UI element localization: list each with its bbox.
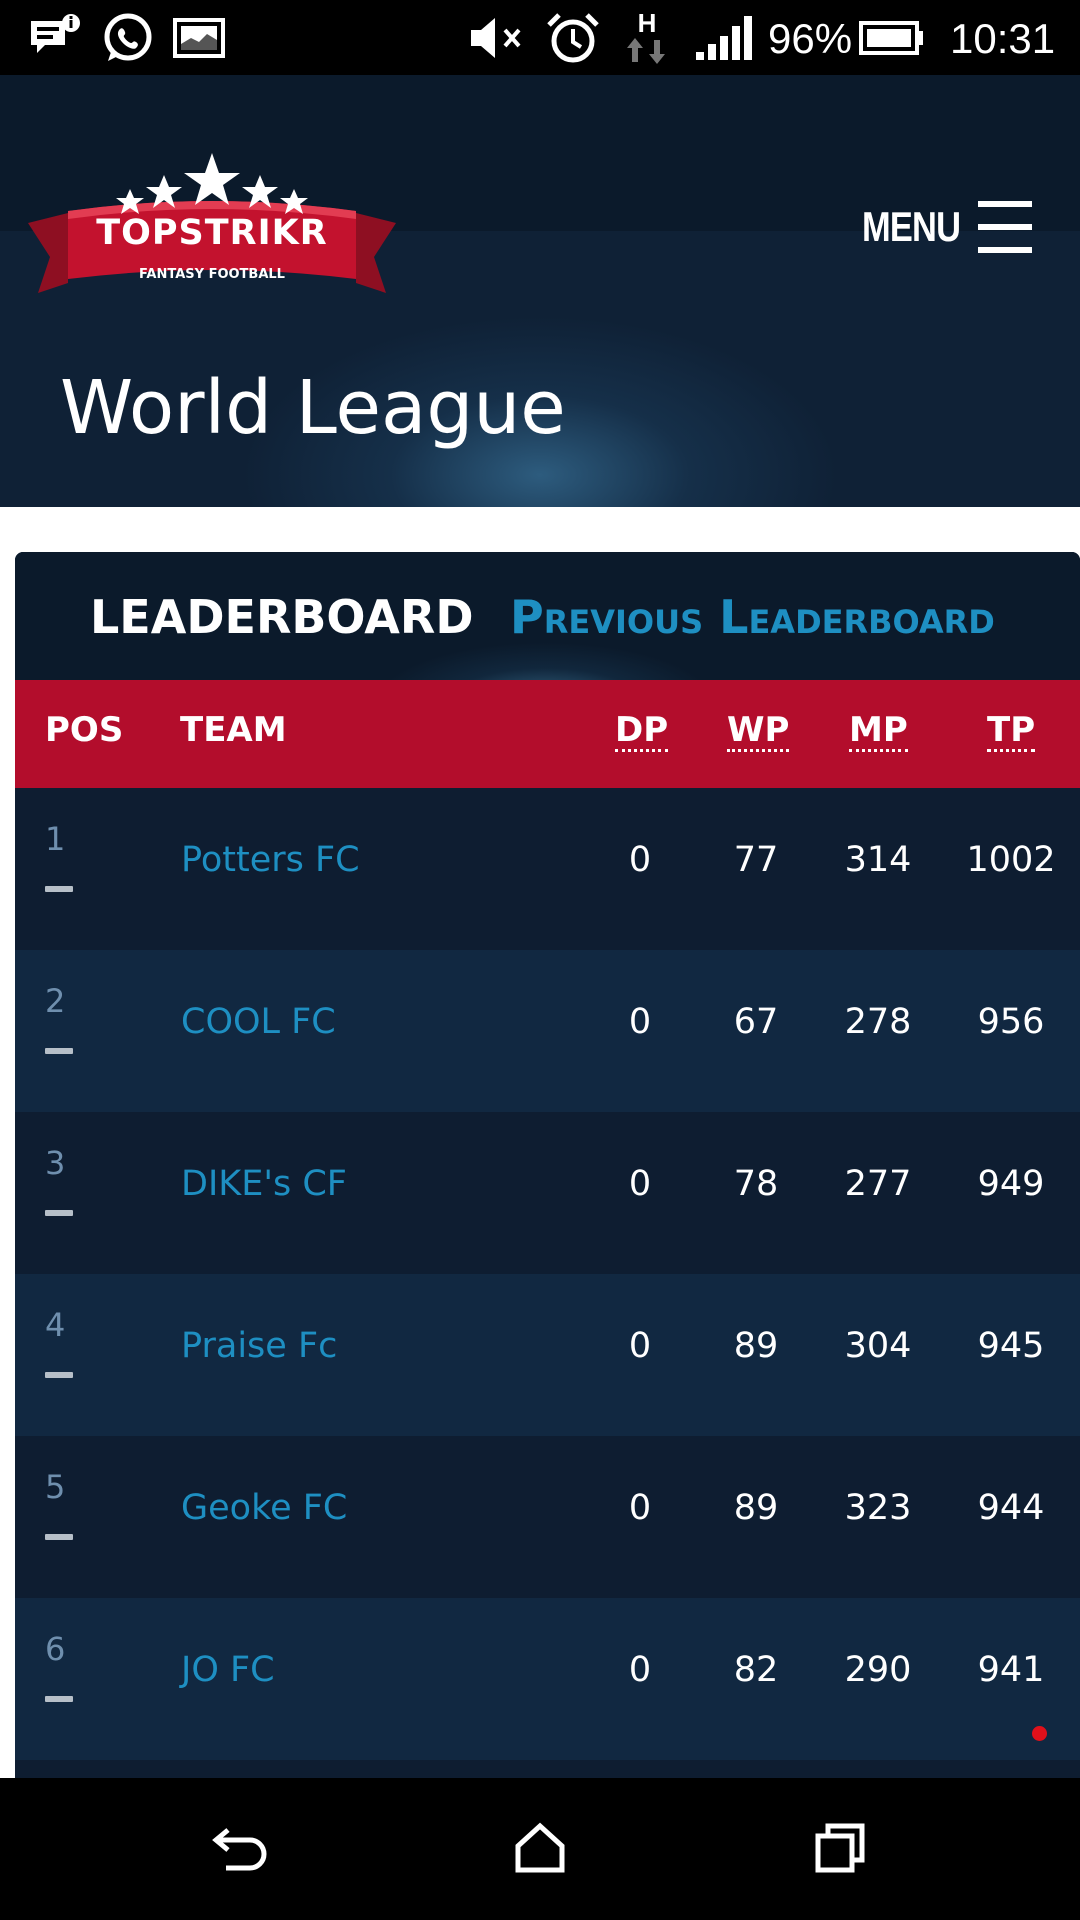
tp-value: 941 bbox=[977, 1650, 1045, 1690]
position-change-icon bbox=[45, 1372, 73, 1378]
network-data-icon: H bbox=[622, 0, 672, 75]
table-row[interactable]: 5 Geoke FC 0 89 323 944 bbox=[15, 1436, 1080, 1598]
tp-value: 945 bbox=[977, 1326, 1045, 1366]
row-position: 1 bbox=[45, 820, 66, 858]
status-bar: H 96% 10:31 bbox=[0, 0, 1080, 75]
position-change-icon bbox=[45, 1534, 73, 1540]
logo-tagline: FANTASY FOOTBALL bbox=[139, 267, 285, 282]
column-header-team: TEAM bbox=[180, 710, 287, 750]
dp-value: 0 bbox=[628, 1488, 652, 1528]
dp-value: 0 bbox=[628, 1326, 652, 1366]
back-icon[interactable] bbox=[180, 1798, 300, 1898]
alarm-icon bbox=[542, 0, 604, 75]
tab-previous-leaderboard[interactable]: Previous Leaderboard bbox=[510, 582, 995, 652]
mp-value: 277 bbox=[844, 1164, 912, 1204]
signal-icon bbox=[692, 0, 754, 75]
dp-value: 0 bbox=[628, 1002, 652, 1042]
column-header-wp[interactable]: WP bbox=[727, 680, 790, 788]
wp-value: 67 bbox=[733, 1002, 779, 1042]
table-row[interactable]: 3 DIKE's CF 0 78 277 949 bbox=[15, 1112, 1080, 1274]
table-row[interactable]: 4 Praise Fc 0 89 304 945 bbox=[15, 1274, 1080, 1436]
tp-value: 944 bbox=[977, 1488, 1045, 1528]
wp-value: 89 bbox=[733, 1488, 779, 1528]
mute-icon bbox=[466, 0, 528, 75]
team-link[interactable]: Praise Fc bbox=[181, 1326, 337, 1366]
column-header-mp[interactable]: MP bbox=[849, 680, 908, 788]
tp-value: 1002 bbox=[966, 840, 1056, 880]
topstrikr-logo[interactable]: TOPSTRIKR FANTASY FOOTBALL bbox=[28, 153, 396, 303]
column-header-dp[interactable]: DP bbox=[615, 680, 669, 788]
row-position: 2 bbox=[45, 982, 66, 1020]
row-position: 4 bbox=[45, 1306, 66, 1344]
clock: 10:31 bbox=[950, 15, 1056, 62]
mp-value: 323 bbox=[844, 1488, 912, 1528]
tp-value: 949 bbox=[977, 1164, 1045, 1204]
team-link[interactable]: DIKE's CF bbox=[181, 1164, 347, 1204]
site-header: TOPSTRIKR FANTASY FOOTBALL MENU World Le… bbox=[0, 75, 1080, 507]
table-row[interactable]: 2 COOL FC 0 67 278 956 bbox=[15, 950, 1080, 1112]
page-title: World League bbox=[60, 365, 566, 451]
team-link[interactable]: JO FC bbox=[181, 1650, 275, 1690]
wp-value: 77 bbox=[733, 840, 779, 880]
whatsapp-icon bbox=[96, 0, 158, 75]
mp-value: 304 bbox=[844, 1326, 912, 1366]
leaderboard-tabs: LEADERBOARD Previous Leaderboard bbox=[15, 552, 1080, 680]
leaderboard-card: LEADERBOARD Previous Leaderboard POS TEA… bbox=[15, 552, 1080, 1778]
column-header-pos: POS bbox=[45, 710, 124, 750]
mp-value: 290 bbox=[844, 1650, 912, 1690]
wp-value: 82 bbox=[733, 1650, 779, 1690]
battery-icon bbox=[858, 0, 926, 75]
mp-value: 278 bbox=[844, 1002, 912, 1042]
position-change-icon bbox=[45, 886, 73, 892]
dp-value: 0 bbox=[628, 1650, 652, 1690]
logo-wordmark: TOPSTRIKR bbox=[96, 213, 328, 253]
tp-value: 956 bbox=[977, 1002, 1045, 1042]
row-position: 6 bbox=[45, 1630, 66, 1668]
hamburger-menu-icon[interactable] bbox=[978, 201, 1032, 253]
position-change-icon bbox=[45, 1048, 73, 1054]
row-position: 3 bbox=[45, 1144, 66, 1182]
wp-value: 78 bbox=[733, 1164, 779, 1204]
table-header: POS TEAM DP WP MP TP bbox=[15, 680, 1080, 788]
column-header-tp[interactable]: TP bbox=[987, 680, 1036, 788]
table-row-partial bbox=[15, 1760, 1080, 1778]
recents-icon[interactable] bbox=[780, 1798, 900, 1898]
system-nav-bar bbox=[0, 1778, 1080, 1920]
position-change-icon bbox=[45, 1210, 73, 1216]
dp-value: 0 bbox=[628, 840, 652, 880]
team-link[interactable]: Geoke FC bbox=[181, 1488, 347, 1528]
mp-value: 314 bbox=[844, 840, 912, 880]
team-link[interactable]: COOL FC bbox=[181, 1002, 336, 1042]
position-change-icon bbox=[45, 1696, 73, 1702]
table-row[interactable]: 6 JO FC 0 82 290 941 bbox=[15, 1598, 1080, 1760]
team-link[interactable]: Potters FC bbox=[181, 840, 360, 880]
notification-dot bbox=[1032, 1726, 1047, 1741]
gallery-icon bbox=[170, 0, 228, 75]
table-row[interactable]: 1 Potters FC 0 77 314 1002 bbox=[15, 788, 1080, 950]
dp-value: 0 bbox=[628, 1164, 652, 1204]
row-position: 5 bbox=[45, 1468, 66, 1506]
message-alert-icon bbox=[24, 0, 86, 75]
menu-button-label[interactable]: MENU bbox=[862, 185, 961, 269]
home-icon[interactable] bbox=[480, 1798, 600, 1898]
wp-value: 89 bbox=[733, 1326, 779, 1366]
tab-leaderboard[interactable]: LEADERBOARD bbox=[90, 582, 474, 652]
battery-percent: 96% bbox=[768, 15, 853, 62]
